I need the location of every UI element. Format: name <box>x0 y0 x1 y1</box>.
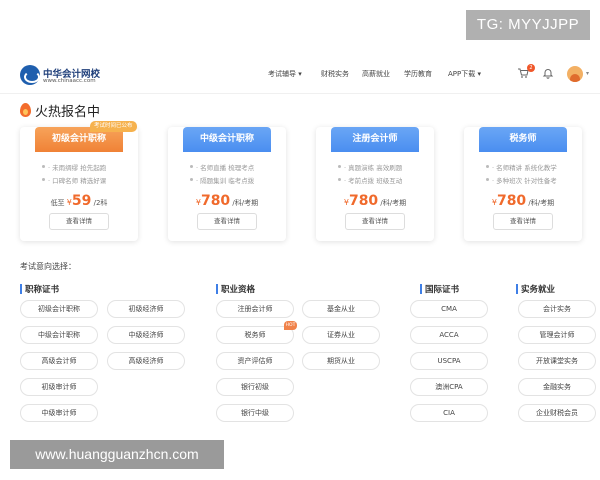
chevron-down-icon[interactable]: ▾ <box>586 70 589 77</box>
option-pill[interactable]: 税务师 HOT <box>216 321 297 344</box>
course-card-cpa[interactable]: 注册会计师 · 真题演练 高效刷题 · 考前点拨 班级互动 ¥780 /科/考期… <box>316 127 434 241</box>
site-logo[interactable]: 中华会计网校 www.chinaacc.com <box>20 65 110 87</box>
card-feature: · 隔题集训 临考点拨 <box>189 177 255 185</box>
option-pill[interactable]: 企业财税会员 <box>518 404 596 422</box>
option-pill[interactable]: 初级经济师 <box>107 300 185 318</box>
option-pill[interactable]: 高级会计师 <box>20 352 98 370</box>
option-pill[interactable]: 银行中级 <box>216 404 294 422</box>
option-pill[interactable]: 银行初级 <box>216 378 294 396</box>
option-pill[interactable]: 金融实务 <box>518 378 596 396</box>
option-pill[interactable]: 中级审计师 <box>20 404 98 422</box>
card-feature: · 考前点拨 班级互动 <box>337 177 403 185</box>
nav-exam-tutoring[interactable]: 考试辅导 ▾ <box>268 69 302 79</box>
card-tag: 考试时间已公布 <box>90 121 137 132</box>
nav-app-download[interactable]: APP下载 ▾ <box>448 69 481 79</box>
card-feature: · 口碑名师 精选好课 <box>41 177 107 185</box>
option-pill[interactable]: CIA <box>410 404 488 422</box>
card-price: ¥780 /科/考期 <box>195 193 259 209</box>
card-title: 税务师 <box>479 127 567 152</box>
card-feature: · 名师精讲 系统化教学 <box>486 164 557 172</box>
cart-count-badge: 2 <box>527 64 535 72</box>
category-title-practice: 实务就业 <box>516 283 555 295</box>
option-pill[interactable]: 初级审计师 <box>20 378 98 396</box>
course-card-intermediate-accountant[interactable]: 中级会计职称 · 名师直播 梳理考点 · 隔题集训 临考点拨 ¥780 /科/考… <box>168 127 286 241</box>
logo-icon <box>20 65 40 85</box>
card-price: ¥780 /科/考期 <box>491 193 555 209</box>
option-pill[interactable]: USCPA <box>410 352 488 370</box>
card-feature: · 多种班次 针对性备考 <box>486 177 557 185</box>
option-pill[interactable]: 基金从业 <box>302 300 380 318</box>
option-pill[interactable]: 澳洲CPA <box>410 378 488 396</box>
option-pill[interactable]: 注册会计师 <box>216 300 294 318</box>
option-pill[interactable]: 证券从业 <box>302 326 380 344</box>
option-pill[interactable]: 中级会计职称 <box>20 326 98 344</box>
category-title-international: 国际证书 <box>420 283 459 295</box>
option-pill[interactable]: 开放课堂实务 <box>518 352 596 370</box>
nav-finance-tax[interactable]: 财税实务 <box>321 69 349 79</box>
option-pill[interactable]: CMA <box>410 300 488 318</box>
nav-education[interactable]: 学历教育 <box>404 69 432 79</box>
card-feature: · 名师直播 梳理考点 <box>189 164 255 172</box>
flame-icon <box>20 103 31 117</box>
option-pill[interactable]: 管理会计师 <box>518 326 596 344</box>
category-title-professional: 职称证书 <box>20 283 59 295</box>
option-pill[interactable]: 中级经济师 <box>107 326 185 344</box>
view-details-button[interactable]: 查看详情 <box>345 213 405 230</box>
view-details-button[interactable]: 查看详情 <box>49 213 109 230</box>
card-title: 注册会计师 <box>331 127 419 152</box>
option-pill[interactable]: ACCA <box>410 326 488 344</box>
bell-icon[interactable] <box>541 67 555 81</box>
section-title-text: 火热报名中 <box>35 105 101 120</box>
option-pill[interactable]: 资产评估师 <box>216 352 294 370</box>
card-feature: · 未雨绸缪 抢先起跑 <box>41 164 107 172</box>
card-feature: · 真题演练 高效刷题 <box>337 164 403 172</box>
logo-url: www.chinaacc.com <box>43 78 96 84</box>
user-avatar[interactable] <box>567 66 583 82</box>
card-price: ¥780 /科/考期 <box>343 193 407 209</box>
tg-watermark: TG: MYYJJPP <box>466 10 590 40</box>
intent-label: 考试意向选择： <box>20 262 76 271</box>
card-price: 低至 ¥59 /2科 <box>50 193 108 209</box>
nav-employment[interactable]: 高薪就业 <box>362 69 390 79</box>
hot-badge: HOT <box>284 321 297 330</box>
option-pill[interactable]: 会计实务 <box>518 300 596 318</box>
site-watermark: www.huangguanzhcn.com <box>10 440 224 469</box>
site-header: 中华会计网校 www.chinaacc.com 考试辅导 ▾ 财税实务 高薪就业… <box>0 56 600 94</box>
category-title-qualification: 职业资格 <box>216 283 255 295</box>
course-card-junior-accountant[interactable]: 初级会计职称 考试时间已公布 · 未雨绸缪 抢先起跑 · 口碑名师 精选好课 低… <box>20 121 138 241</box>
card-title: 中级会计职称 <box>183 127 271 152</box>
option-pill[interactable]: 期货从业 <box>302 352 380 370</box>
course-card-tax-agent[interactable]: 税务师 · 名师精讲 系统化教学 · 多种班次 针对性备考 ¥780 /科/考期… <box>464 127 582 241</box>
option-pill[interactable]: 高级经济师 <box>107 352 185 370</box>
view-details-button[interactable]: 查看详情 <box>493 213 553 230</box>
view-details-button[interactable]: 查看详情 <box>197 213 257 230</box>
option-pill[interactable]: 初级会计职称 <box>20 300 98 318</box>
